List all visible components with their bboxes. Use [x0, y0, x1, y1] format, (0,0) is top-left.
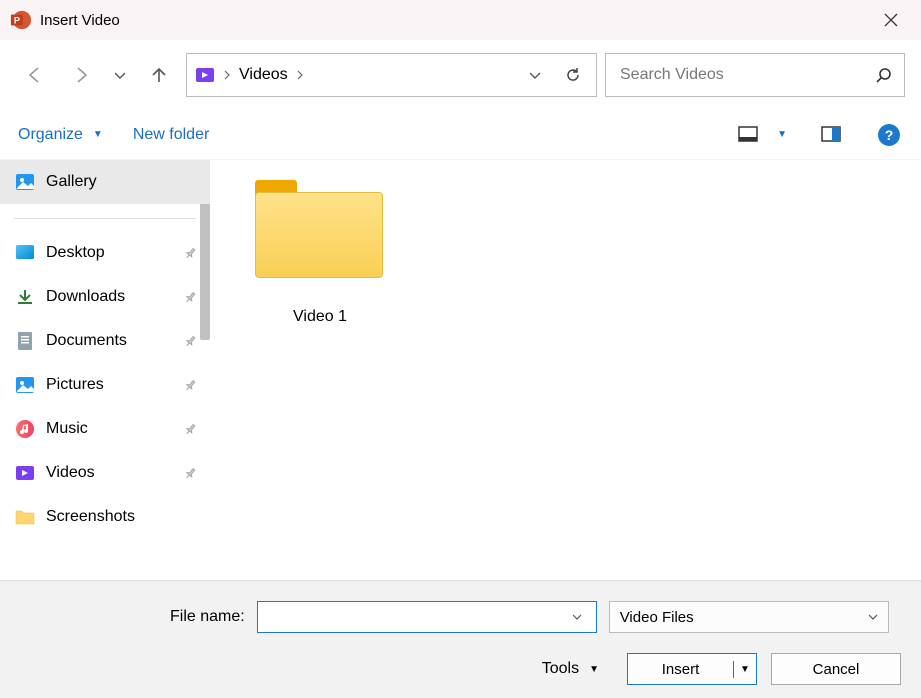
new-folder-label: New folder [133, 126, 209, 144]
tools-menu[interactable]: Tools ▼ [542, 660, 599, 678]
downloads-icon [14, 286, 36, 308]
file-type-filter[interactable]: Video Files [609, 601, 889, 633]
svg-text:P: P [14, 16, 20, 26]
sidebar: Gallery Desktop Downloads [0, 160, 210, 580]
close-button[interactable] [871, 0, 911, 40]
sidebar-label: Music [46, 420, 88, 438]
music-icon [14, 418, 36, 440]
sidebar-label: Documents [46, 332, 127, 350]
folder-icon [255, 180, 385, 280]
up-button[interactable] [140, 56, 178, 94]
sidebar-divider [14, 218, 196, 219]
address-bar[interactable]: Videos [186, 53, 597, 97]
chevron-right-icon [223, 70, 231, 80]
videos-location-icon [195, 65, 215, 85]
sidebar-item-desktop[interactable]: Desktop [0, 231, 210, 275]
insert-button-dropdown[interactable]: ▼ [734, 664, 756, 675]
search-icon [876, 67, 892, 83]
title-bar: P Insert Video [0, 0, 921, 40]
sidebar-item-pictures[interactable]: Pictures [0, 363, 210, 407]
pin-icon [183, 423, 196, 436]
pictures-icon [14, 374, 36, 396]
sidebar-item-videos[interactable]: Videos [0, 451, 210, 495]
toolbar: Organize ▼ New folder ▼ ? [0, 110, 921, 160]
body: Gallery Desktop Downloads [0, 160, 921, 580]
cancel-button[interactable]: Cancel [771, 653, 901, 685]
sidebar-label: Screenshots [46, 508, 135, 526]
tools-label: Tools [542, 660, 579, 678]
organize-label: Organize [18, 126, 83, 144]
sidebar-item-screenshots[interactable]: Screenshots [0, 495, 210, 539]
folder-name: Video 1 [240, 308, 400, 326]
chevron-down-icon: ▼ [89, 129, 103, 140]
chevron-right-icon [296, 70, 304, 80]
pin-icon [183, 467, 196, 480]
chevron-down-icon [868, 613, 878, 621]
bottom-panel: File name: Video Files Tools ▼ Insert ▼ … [0, 580, 921, 698]
sidebar-item-gallery[interactable]: Gallery [0, 160, 210, 204]
cancel-label: Cancel [813, 661, 860, 678]
filter-label: Video Files [620, 609, 694, 626]
help-icon: ? [878, 124, 900, 146]
pin-icon [183, 247, 196, 260]
pin-icon [183, 335, 196, 348]
insert-label: Insert [662, 661, 700, 678]
pin-icon [183, 291, 196, 304]
breadcrumb-folder[interactable]: Videos [239, 66, 288, 84]
filename-input[interactable] [264, 608, 572, 627]
search-input[interactable] [618, 65, 868, 85]
insert-button-main[interactable]: Insert [628, 661, 734, 678]
view-mode-dropdown[interactable]: ▼ [773, 129, 787, 140]
sidebar-label: Gallery [46, 173, 97, 191]
sidebar-label: Desktop [46, 244, 105, 262]
pin-icon [183, 379, 196, 392]
chevron-down-icon: ▼ [589, 664, 599, 675]
folder-item[interactable]: Video 1 [240, 180, 400, 326]
content-area[interactable]: Video 1 [210, 160, 921, 580]
recent-locations-button[interactable] [108, 56, 132, 94]
search-box[interactable] [605, 53, 905, 97]
organize-button[interactable]: Organize ▼ [18, 126, 103, 144]
gallery-icon [14, 171, 36, 193]
folder-icon [14, 506, 36, 528]
help-button[interactable]: ? [875, 121, 903, 149]
sidebar-label: Downloads [46, 288, 125, 306]
sidebar-label: Videos [46, 464, 95, 482]
sidebar-item-downloads[interactable]: Downloads [0, 275, 210, 319]
filename-combobox[interactable] [257, 601, 597, 633]
powerpoint-icon: P [10, 9, 32, 31]
preview-pane-button[interactable] [817, 121, 845, 149]
chevron-down-icon[interactable] [572, 613, 590, 621]
videos-icon [14, 462, 36, 484]
sidebar-item-music[interactable]: Music [0, 407, 210, 451]
insert-button[interactable]: Insert ▼ [627, 653, 757, 685]
forward-button[interactable] [62, 56, 100, 94]
new-folder-button[interactable]: New folder [133, 126, 209, 144]
address-dropdown-button[interactable] [520, 68, 550, 82]
refresh-button[interactable] [558, 66, 588, 84]
navigation-bar: Videos [0, 40, 921, 110]
view-mode-button[interactable] [735, 121, 763, 149]
documents-icon [14, 330, 36, 352]
window-title: Insert Video [40, 12, 120, 29]
sidebar-item-documents[interactable]: Documents [0, 319, 210, 363]
back-button[interactable] [16, 56, 54, 94]
sidebar-label: Pictures [46, 376, 104, 394]
desktop-icon [14, 242, 36, 264]
filename-label: File name: [170, 608, 245, 626]
